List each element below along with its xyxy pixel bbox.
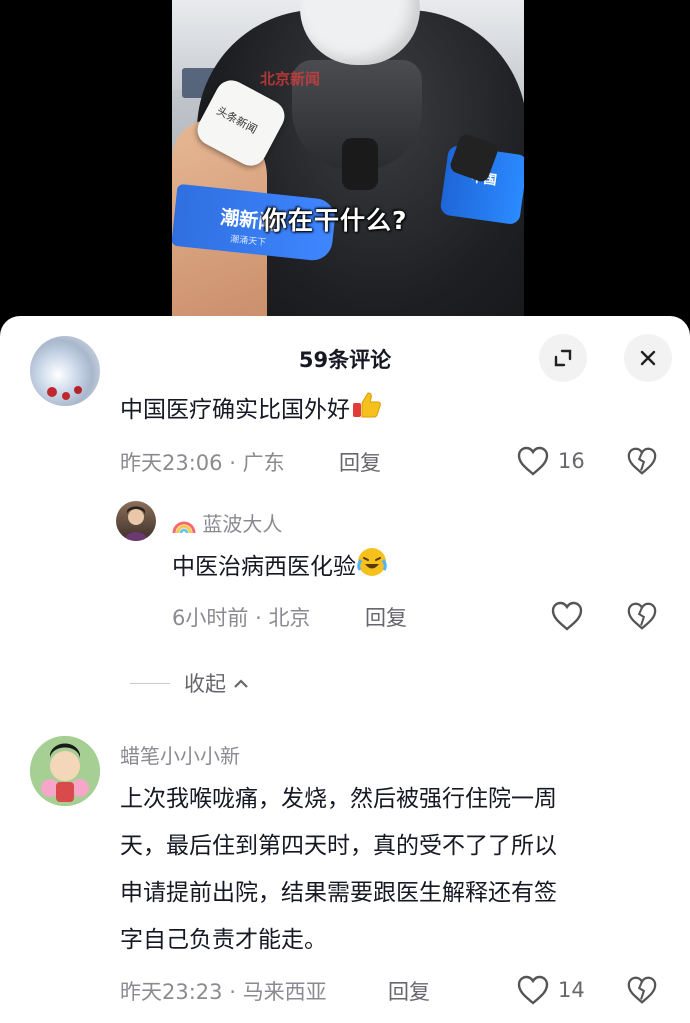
video-frame: 北京新闻 头条新闻 潮新闻 潮涌天下 中国 (172, 0, 524, 330)
broken-heart-icon (627, 602, 657, 630)
dislike-button[interactable] (626, 600, 658, 636)
comment-text-line: 字自己负责才能走。 (120, 927, 327, 953)
reply-username[interactable]: 蓝波大人 (172, 508, 282, 540)
avatar-flowers-icon (47, 386, 82, 400)
meta-separator: · (229, 980, 236, 1004)
heart-icon (517, 975, 549, 1005)
heart-icon (517, 446, 549, 476)
watermark: 北京新闻 (260, 70, 321, 88)
avatar-cartoon-icon (30, 736, 100, 806)
comment-location: 马来西亚 (242, 980, 327, 1004)
like-count: 16 (558, 449, 585, 473)
comment-text-body: 中国医疗确实比国外好 (120, 397, 350, 423)
broken-heart-icon (627, 976, 657, 1004)
comment-text-line: 申请提前出院，结果需要跟医生解释还有签 (120, 880, 557, 906)
reply-button[interactable]: 回复 (339, 447, 381, 477)
comment-time: 昨天23:23 (120, 980, 223, 1004)
comment-meta: 昨天23:23 · 马来西亚 (120, 976, 327, 1006)
comment-text-line: 上次我喉咙痛，发烧，然后被强行住院一周 (120, 786, 557, 812)
comment-location: 广东 (242, 451, 285, 475)
reply-username-text: 蓝波大人 (202, 512, 283, 536)
like-count: 14 (558, 978, 585, 1002)
reply-button[interactable]: 回复 (365, 602, 407, 632)
chevron-up-icon (234, 679, 248, 688)
collapse-replies[interactable]: 收起 (130, 668, 250, 698)
reply-button[interactable]: 回复 (388, 976, 430, 1006)
reply-comment-item: 蓝波大人 中医治病西医化验 6小时前 · 北京 回复 (0, 496, 690, 636)
avatar[interactable] (116, 501, 156, 541)
comment-item: 蜡笔小小小新 上次我喉咙痛，发烧，然后被强行住院一周 天，最后住到第四天时，真的… (0, 736, 690, 1023)
dislike-button[interactable] (626, 445, 658, 481)
collapse-divider (130, 682, 170, 684)
comment-meta: 6小时前 · 北京 (172, 602, 310, 632)
comment-panel: 59条评论 中国医疗确实比国外好 昨天23:06 · 广东 回复 16 蓝波大人… (0, 316, 690, 1023)
comment-text: 中医治病西医化验 (172, 544, 388, 595)
close-icon (640, 350, 656, 366)
comment-time: 昨天23:06 (120, 451, 223, 475)
video-subtitle: 你在干什么? (262, 206, 408, 235)
comment-text-body: 中医治病西医化验 (172, 554, 356, 580)
video-player[interactable]: 北京新闻 头条新闻 潮新闻 潮涌天下 中国 你在干什么? (0, 0, 690, 330)
mic-logo-text: 头条新闻 (214, 104, 260, 137)
comment-item: 中国医疗确实比国外好 昨天23:06 · 广东 回复 16 (0, 336, 690, 486)
dislike-button[interactable] (626, 974, 658, 1010)
lapel-mic (342, 138, 378, 190)
broken-heart-icon (627, 447, 657, 475)
comment-time: 6小时前 (172, 606, 249, 630)
comment-location: 北京 (268, 606, 311, 630)
comment-meta: 昨天23:06 · 广东 (120, 447, 285, 477)
thumbs-up-icon (350, 389, 382, 438)
avatar-person-icon (124, 506, 148, 541)
rainbow-icon (172, 515, 196, 540)
comment-username[interactable]: 蜡笔小小小新 (120, 740, 240, 769)
comment-text: 上次我喉咙痛，发烧，然后被强行住院一周 天，最后住到第四天时，真的受不了了所以 … (120, 776, 670, 964)
like-button[interactable]: 16 (516, 445, 585, 477)
crying-laughing-icon (356, 546, 388, 595)
like-button[interactable]: 14 (516, 974, 585, 1006)
like-button[interactable] (550, 600, 584, 632)
avatar[interactable] (30, 736, 100, 806)
avatar[interactable] (30, 336, 100, 406)
heart-icon (551, 601, 583, 631)
collapse-label: 收起 (184, 672, 226, 696)
comment-text: 中国医疗确实比国外好 (120, 387, 382, 438)
meta-separator: · (229, 451, 236, 475)
meta-separator: · (255, 606, 262, 630)
comment-text-line: 天，最后住到第四天时，真的受不了了所以 (120, 833, 557, 859)
